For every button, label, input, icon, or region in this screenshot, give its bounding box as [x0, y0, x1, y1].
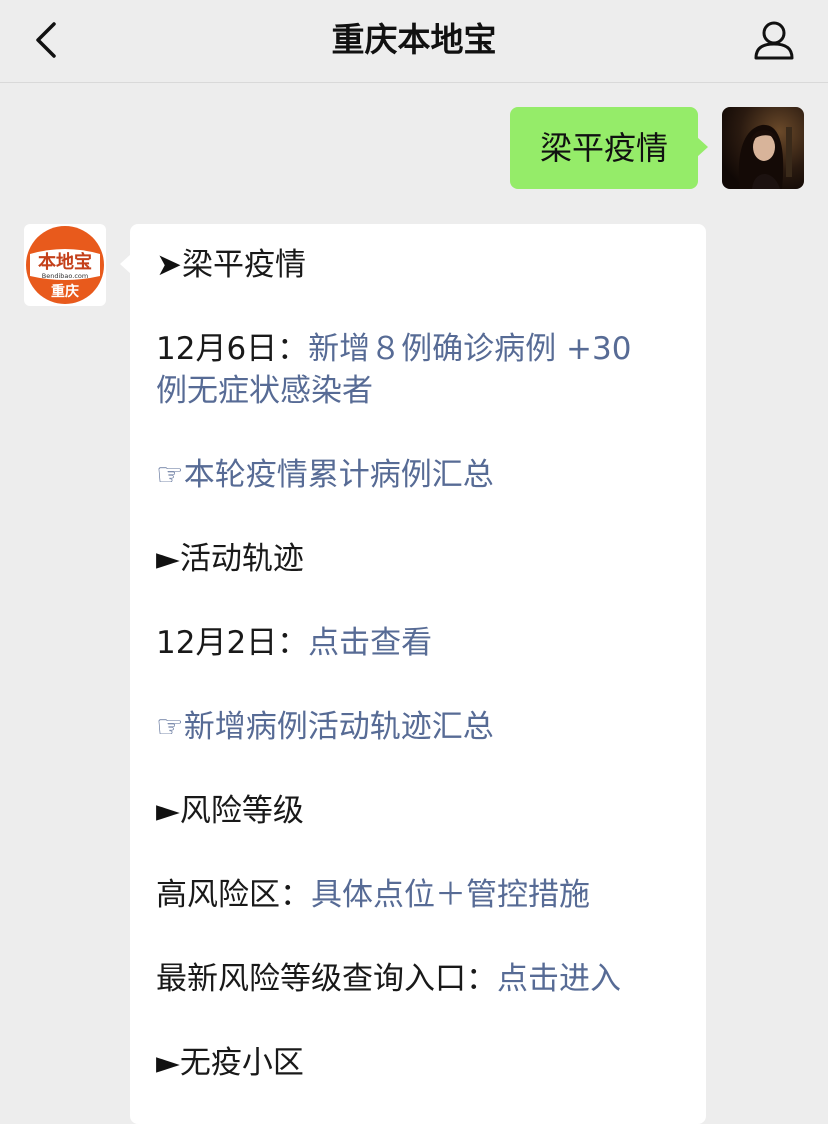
new-cases-link-cont[interactable]: 例无症状感染者 [156, 373, 373, 409]
logo-title: 本地宝 [38, 251, 92, 273]
section-heading-covid-free: ►无疫小区 [156, 1042, 696, 1084]
date-prefix: 12月6日： [156, 331, 309, 367]
section-title: 活动轨迹 [179, 541, 304, 577]
section-heading-outbreak: ➤梁平疫情 [156, 244, 696, 286]
nav-bar: 重庆本地宝 [0, 0, 828, 83]
risk-query-link[interactable]: 点击进入 [497, 961, 621, 997]
user-avatar-photo [722, 107, 804, 189]
section-heading-risk: ►风险等级 [156, 790, 696, 832]
risk-query-line: 最新风险等级查询入口：点击进入 [156, 958, 696, 1000]
chat-title: 重庆本地宝 [331, 20, 497, 59]
outgoing-message-text: 梁平疫情 [539, 129, 668, 167]
arrow-marker-icon: ➤ [156, 247, 182, 283]
section-title: 梁平疫情 [181, 247, 306, 283]
outgoing-message-bubble[interactable]: 梁平疫情 [510, 107, 708, 189]
section-title: 无疫小区 [179, 1045, 304, 1081]
pointing-hand-icon: ☞ [156, 709, 184, 745]
triangle-marker-icon: ► [156, 541, 180, 577]
person-icon [754, 21, 794, 60]
bot-avatar[interactable]: 本地宝 Bendibao.com 重庆 [24, 224, 106, 306]
high-risk-details-link[interactable]: 具体点位＋管控措施 [311, 877, 590, 913]
cumulative-cases-line: ☞本轮疫情累计病例汇总 [156, 454, 696, 496]
risk-query-prefix: 最新风险等级查询入口： [156, 961, 497, 997]
pointing-hand-icon: ☞ [156, 457, 184, 493]
profile-button[interactable] [748, 16, 800, 64]
section-title: 风险等级 [179, 793, 304, 829]
user-avatar[interactable] [722, 107, 804, 189]
incoming-message-bubble: ➤梁平疫情 12月6日：新增８例确诊病例 +30 例无症状感染者 ☞本轮疫情累计病… [120, 224, 706, 1124]
bendibao-logo: 本地宝 Bendibao.com 重庆 [26, 226, 104, 304]
tracks-summary-line: ☞新增病例活动轨迹汇总 [156, 706, 696, 748]
triangle-marker-icon: ► [156, 793, 180, 829]
new-cases-link[interactable]: 新增８例确诊病例 +30 [308, 331, 631, 367]
tracks-date-line: 12月2日：点击查看 [156, 622, 696, 664]
logo-city: 重庆 [51, 283, 79, 300]
date-prefix: 12月2日： [156, 625, 309, 661]
logo-domain: Bendibao.com [42, 272, 88, 280]
cumulative-cases-link[interactable]: 本轮疫情累计病例汇总 [184, 457, 494, 493]
triangle-marker-icon: ► [156, 1045, 180, 1081]
tracks-summary-link[interactable]: 新增病例活动轨迹汇总 [184, 709, 494, 745]
section-heading-tracks: ►活动轨迹 [156, 538, 696, 580]
view-tracks-link[interactable]: 点击查看 [308, 625, 432, 661]
high-risk-line: 高风险区：具体点位＋管控措施 [156, 874, 696, 916]
high-risk-prefix: 高风险区： [156, 877, 311, 913]
daily-update-line: 12月6日：新增８例确诊病例 +30 例无症状感染者 [156, 328, 696, 412]
